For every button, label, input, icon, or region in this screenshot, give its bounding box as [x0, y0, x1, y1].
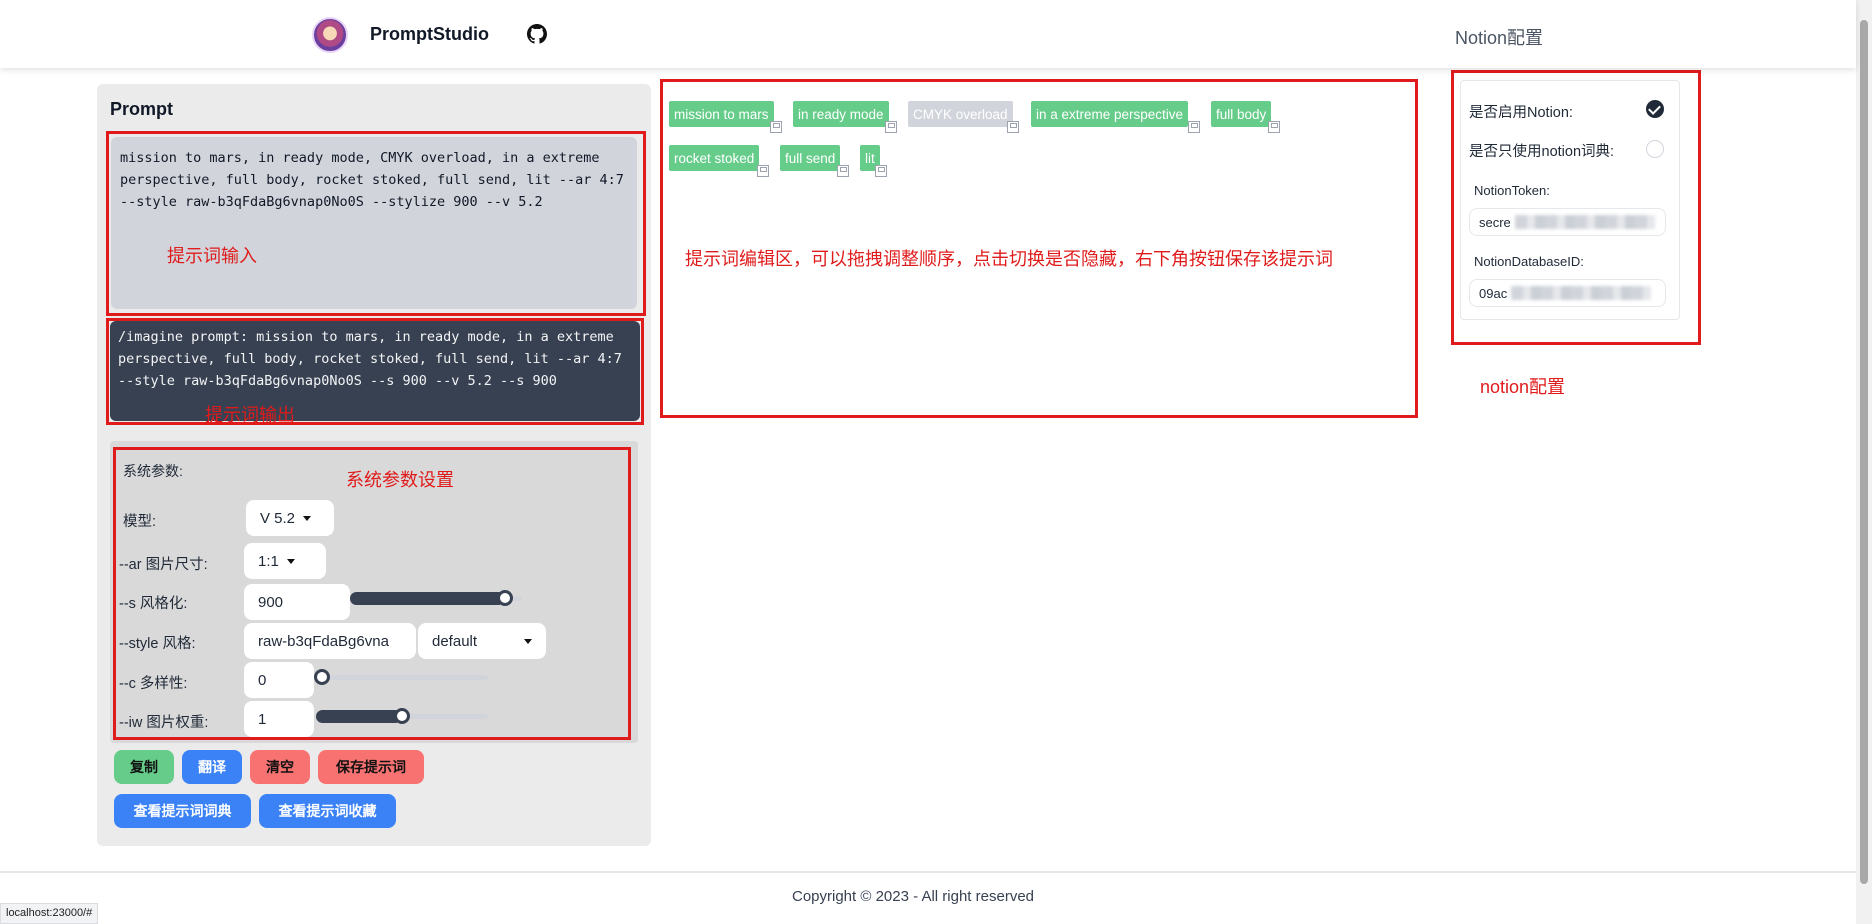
- footer-divider: [0, 871, 1856, 873]
- prompt-title: Prompt: [110, 99, 173, 119]
- view-dictionary-button[interactable]: 查看提示词词典: [114, 794, 251, 828]
- clear-button[interactable]: 清空: [250, 750, 310, 784]
- app-logo[interactable]: [312, 17, 348, 53]
- brand-name[interactable]: PromptStudio: [370, 24, 489, 45]
- annotation-box-output: [106, 318, 644, 425]
- status-bar-url: localhost:23000/#: [0, 903, 99, 924]
- annotation-editor-label: 提示词编辑区，可以拖拽调整顺序，点击切换是否隐藏，右下角按钮保存该提示词: [685, 249, 1333, 269]
- annotation-params-label: 系统参数设置: [346, 470, 454, 490]
- save-prompt-button[interactable]: 保存提示词: [318, 750, 424, 784]
- copy-button[interactable]: 复制: [114, 750, 174, 784]
- translate-button[interactable]: 翻译: [182, 750, 242, 784]
- scrollbar-thumb[interactable]: [1860, 20, 1868, 884]
- copyright-text: Copyright © 2023 - All right reserved: [792, 888, 1034, 905]
- annotation-output-label: 提示词输出: [205, 405, 295, 425]
- navbar: PromptStudio Notion配置: [0, 0, 1856, 68]
- github-icon[interactable]: [527, 24, 547, 44]
- notion-settings-link[interactable]: Notion配置: [1455, 24, 1543, 50]
- annotation-notion-label: notion配置: [1480, 377, 1566, 397]
- view-favorites-button[interactable]: 查看提示词收藏: [259, 794, 396, 828]
- annotation-box-notion: [1451, 70, 1701, 345]
- annotation-input-label: 提示词输入: [167, 246, 257, 266]
- annotation-box-input: [106, 131, 646, 316]
